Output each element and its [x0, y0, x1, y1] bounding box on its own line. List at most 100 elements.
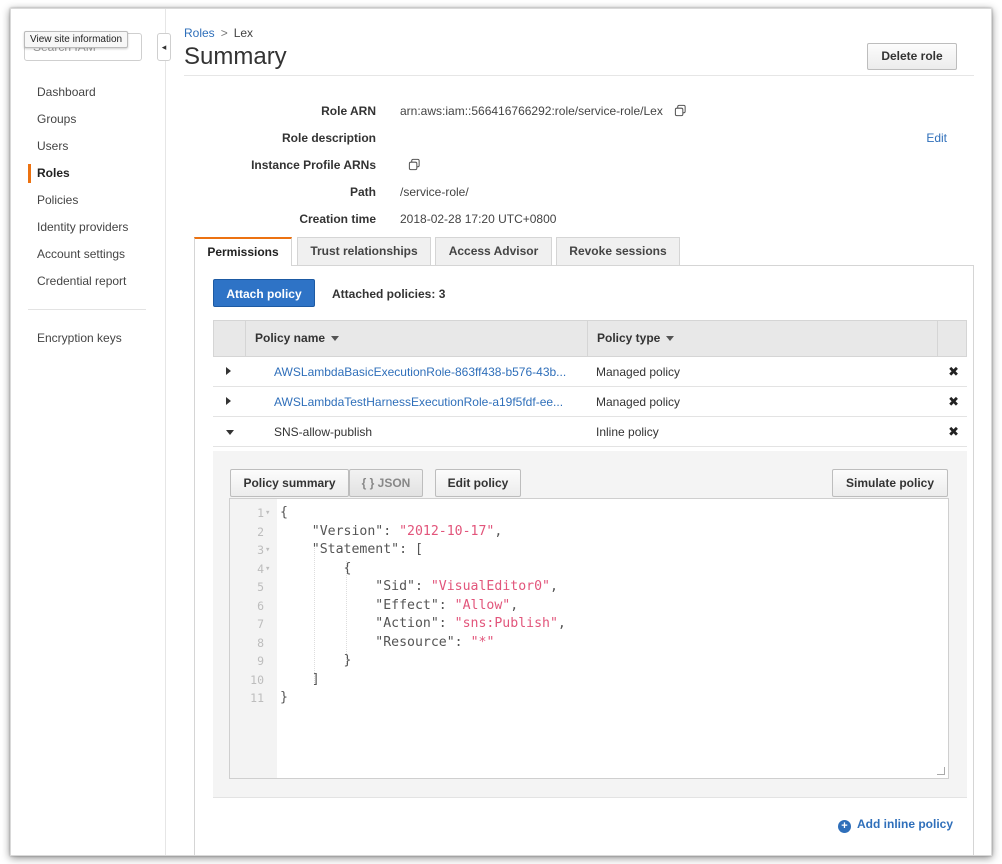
line-number: 6	[257, 598, 264, 613]
code-line: 2 "Version": "2012-10-17",	[230, 523, 948, 542]
attach-policy-button[interactable]: Attach policy	[213, 279, 315, 307]
instance-profile-row: Instance Profile ARNs	[184, 158, 974, 176]
table-row: SNS-allow-publish Inline policy ✖	[213, 417, 967, 447]
add-inline-policy-link[interactable]: + Add inline policy	[838, 817, 953, 833]
code-line: 9 }	[230, 652, 948, 671]
role-arn-row: Role ARN arn:aws:iam::566416766292:role/…	[184, 104, 974, 122]
role-description-row: Role description Edit	[184, 131, 974, 149]
edit-description-link[interactable]: Edit	[926, 131, 947, 145]
column-header-policy-name[interactable]: Policy name	[255, 321, 340, 356]
policy-name-link[interactable]: AWSLambdaBasicExecutionRole-863ff438-b57…	[274, 365, 566, 379]
column-divider	[937, 321, 938, 356]
remove-policy-icon[interactable]: ✖	[948, 364, 959, 380]
code-text: }	[280, 653, 352, 668]
path-row: Path /service-role/	[184, 185, 974, 203]
sidebar-item-policies[interactable]: Policies	[11, 187, 161, 214]
sidebar-item-identity-providers[interactable]: Identity providers	[11, 214, 161, 241]
breadcrumb: Roles > Lex	[184, 26, 253, 40]
tab-access-advisor[interactable]: Access Advisor	[435, 237, 552, 265]
column-divider	[245, 321, 246, 356]
collapse-sidebar-icon[interactable]: ◂	[157, 33, 171, 61]
copy-icon[interactable]	[674, 104, 687, 117]
breadcrumb-current: Lex	[233, 26, 254, 40]
code-text: "Action": "sns:Publish",	[280, 616, 566, 631]
sidebar-item-users[interactable]: Users	[11, 133, 161, 160]
role-arn-text: arn:aws:iam::566416766292:role/service-r…	[400, 104, 663, 118]
policy-name: SNS-allow-publish	[274, 425, 373, 439]
tab-permissions[interactable]: Permissions	[194, 237, 292, 266]
code-text: "Effect": "Allow",	[280, 597, 519, 613]
tab-trust-relationships[interactable]: Trust relationships	[297, 237, 431, 265]
code-line: 6 "Effect": "Allow",	[230, 597, 948, 616]
column-divider	[587, 321, 588, 356]
line-number: 2	[257, 524, 264, 539]
copy-icon[interactable]	[408, 158, 421, 171]
breadcrumb-separator: >	[220, 26, 228, 40]
plus-circle-icon: +	[838, 820, 851, 833]
sidebar-nav: Dashboard Groups Users Roles Policies Id…	[11, 79, 161, 295]
expand-row-icon[interactable]	[226, 367, 231, 375]
collapse-row-icon[interactable]	[226, 430, 234, 435]
code-line: 7 "Action": "sns:Publish",	[230, 615, 948, 634]
instance-profile-value	[408, 158, 421, 172]
code-line: 4 ▾ {	[230, 560, 948, 579]
creation-time-label: Creation time	[299, 212, 376, 226]
code-text: {	[280, 560, 352, 576]
main-content: Roles > Lex Summary Delete role Role ARN a…	[184, 9, 974, 855]
line-number: 7	[257, 617, 264, 631]
line-number: 10	[250, 672, 264, 687]
line-number: 3	[257, 543, 264, 557]
sidebar-item-dashboard[interactable]: Dashboard	[11, 79, 161, 106]
fold-arrow-icon[interactable]: ▾	[265, 504, 270, 523]
table-row: AWSLambdaTestHarnessExecutionRole-a19f5f…	[213, 387, 967, 417]
fold-arrow-icon[interactable]: ▾	[265, 560, 270, 579]
role-description-label: Role description	[281, 131, 376, 145]
sidebar-item-account-settings[interactable]: Account settings	[11, 241, 161, 268]
creation-time-value: 2018-02-28 17:20 UTC+0800	[400, 212, 557, 226]
policy-detail-panel: Policy summary { } JSON Edit policy Simu…	[213, 451, 967, 798]
sidebar-item-groups[interactable]: Groups	[11, 106, 161, 133]
site-info-tooltip: View site information	[24, 31, 129, 48]
code-line: 11}	[230, 689, 948, 708]
line-number: 4	[257, 561, 264, 576]
line-number: 8	[257, 635, 264, 650]
delete-role-button[interactable]: Delete role	[867, 43, 957, 70]
policy-summary-button[interactable]: Policy summary	[230, 469, 349, 497]
fold-arrow-icon[interactable]: ▾	[265, 541, 270, 560]
policy-name-link[interactable]: AWSLambdaTestHarnessExecutionRole-a19f5f…	[274, 395, 563, 409]
column-header-policy-type[interactable]: Policy type	[597, 321, 675, 356]
sort-caret-icon	[666, 336, 675, 341]
resize-handle-icon[interactable]	[937, 767, 945, 775]
remove-policy-icon[interactable]: ✖	[948, 424, 959, 440]
role-arn-value: arn:aws:iam::566416766292:role/service-r…	[400, 104, 687, 118]
tab-revoke-sessions[interactable]: Revoke sessions	[556, 237, 680, 265]
simulate-policy-button[interactable]: Simulate policy	[832, 469, 948, 497]
path-value: /service-role/	[400, 185, 469, 199]
edit-policy-button[interactable]: Edit policy	[435, 469, 521, 497]
title-divider	[184, 75, 974, 76]
sidebar: Search IAM View site information ◂ Dashb…	[11, 9, 171, 855]
browser-frame: Search IAM View site information ◂ Dashb…	[10, 8, 992, 856]
code-line: 10 ]	[230, 671, 948, 690]
table-header: Policy name Policy type	[213, 320, 967, 357]
remove-policy-icon[interactable]: ✖	[948, 394, 959, 410]
column-header-policy-type-label: Policy type	[597, 331, 661, 345]
expand-row-icon[interactable]	[226, 397, 231, 405]
line-number: 11	[250, 691, 264, 705]
line-number: 5	[257, 580, 264, 594]
code-text: "Resource": "*"	[280, 634, 495, 650]
breadcrumb-roles-link[interactable]: Roles	[184, 26, 215, 40]
code-text: }	[280, 690, 288, 705]
permissions-panel: Attach policy Attached policies: 3 Polic…	[194, 265, 974, 855]
sidebar-item-roles[interactable]: Roles	[11, 160, 161, 187]
attached-policies-count: Attached policies: 3	[332, 287, 446, 301]
policy-type: Managed policy	[596, 365, 681, 379]
code-text: "Version": "2012-10-17",	[280, 523, 503, 539]
json-editor[interactable]: 1 ▾{2 "Version": "2012-10-17", 3 ▾ "Stateme…	[229, 498, 949, 779]
line-number: 1	[257, 506, 264, 520]
sidebar-item-credential-report[interactable]: Credential report	[11, 268, 161, 295]
policy-type: Inline policy	[596, 425, 659, 439]
code-line: 1 ▾ {	[230, 504, 948, 523]
sidebar-item-encryption-keys[interactable]: Encryption keys	[37, 325, 122, 352]
json-view-button[interactable]: { } JSON	[349, 469, 423, 497]
